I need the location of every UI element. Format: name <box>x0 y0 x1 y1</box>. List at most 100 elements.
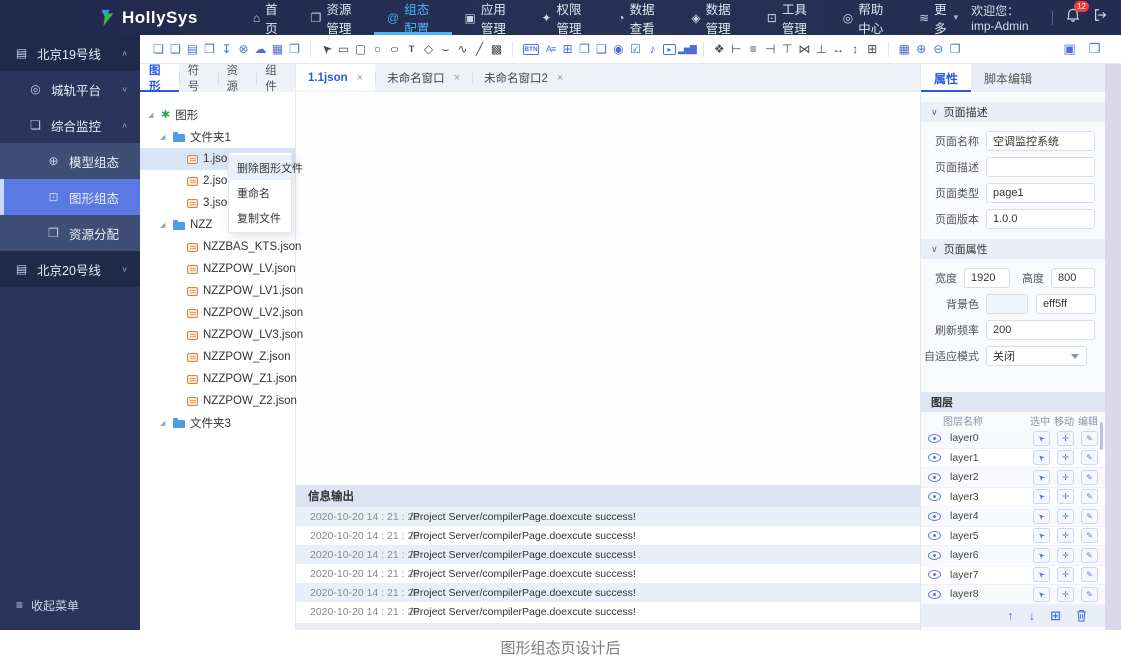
tree-node-folder1[interactable]: ◢ 文件夹1 <box>140 126 295 148</box>
rounded-rect-tool-icon[interactable]: ▢ <box>352 38 369 60</box>
center-canvas-icon[interactable]: ⊞ <box>864 38 881 60</box>
tab-components[interactable]: 组件 <box>256 64 295 92</box>
visibility-eye-icon[interactable] <box>928 590 941 599</box>
expander-icon[interactable]: ◢ <box>160 419 168 427</box>
section-page-attributes[interactable]: ∨ 页面属性 <box>921 239 1105 259</box>
sidebar-item-graphic-config[interactable]: ⊡ 图形组态 <box>0 179 140 215</box>
field-input[interactable] <box>986 157 1095 177</box>
doc-tab-unnamed1[interactable]: 未命名窗口 × <box>375 64 472 91</box>
doc-tab-11json[interactable]: 1.1json × <box>296 64 375 91</box>
height-input[interactable]: 800 <box>1051 268 1095 288</box>
tree-node-file[interactable]: NZZPOW_Z2.json <box>140 390 295 412</box>
field-input[interactable]: 空调监控系统 <box>986 131 1095 151</box>
horizontal-scrollbar[interactable] <box>296 623 920 630</box>
width-input[interactable]: 1920 <box>964 268 1010 288</box>
fit-screen-icon[interactable]: ❒ <box>947 38 964 60</box>
menu-item-data-manage[interactable]: ◈ 数据管理 <box>678 0 753 35</box>
refresh-rate-input[interactable]: 200 <box>986 320 1095 340</box>
layer-select-button[interactable]: ➤ <box>1033 587 1050 602</box>
layer-select-button[interactable]: ➤ <box>1033 548 1050 563</box>
layer-move-button[interactable]: ✛ <box>1057 489 1074 504</box>
layer-move-button[interactable]: ✛ <box>1057 587 1074 602</box>
tree-node-file[interactable]: NZZPOW_LV2.json <box>140 302 295 324</box>
context-rename[interactable]: 重命名 <box>229 180 291 205</box>
tree-node-file[interactable]: NZZPOW_LV1.json <box>140 280 295 302</box>
layer-up-button[interactable]: ↑ <box>1007 608 1014 623</box>
record-widget-icon[interactable]: ◉ <box>610 38 627 60</box>
save-all-icon[interactable]: ❐ <box>1086 38 1103 60</box>
new-folder-icon[interactable]: ❏ <box>150 38 167 60</box>
menu-item-app[interactable]: ▣ 应用管理 <box>452 0 529 35</box>
layer-edit-button[interactable]: ✎ <box>1081 489 1098 504</box>
visibility-eye-icon[interactable] <box>928 453 941 462</box>
visibility-eye-icon[interactable] <box>928 531 941 540</box>
video-widget-icon[interactable]: ▸ <box>663 44 676 55</box>
align-middle-icon[interactable]: ⋈ <box>796 38 813 60</box>
tab-graphics[interactable]: 图形 <box>140 64 179 92</box>
bg-color-swatch[interactable] <box>986 294 1028 314</box>
layer-move-button[interactable]: ✛ <box>1057 431 1074 446</box>
tree-node-folder3[interactable]: ◢ 文件夹3 <box>140 412 295 434</box>
layer-move-button[interactable]: ✛ <box>1057 548 1074 563</box>
zoom-in-icon[interactable]: ⊕ <box>913 38 930 60</box>
menu-item-permission[interactable]: ✦ 权限管理 <box>528 0 604 35</box>
menu-item-more[interactable]: ≋ 更多 ▾ <box>906 0 971 35</box>
align-center-icon[interactable]: ≡ <box>745 38 762 60</box>
copy-widget-icon[interactable]: ❑ <box>593 38 610 60</box>
visibility-eye-icon[interactable] <box>928 492 941 501</box>
field-input[interactable]: 1.0.0 <box>986 209 1095 229</box>
layer-move-button[interactable]: ✛ <box>1057 470 1074 485</box>
tab-resources[interactable]: 资源 <box>218 64 257 92</box>
tab-script-edit[interactable]: 脚本编辑 <box>971 64 1045 92</box>
save-icon[interactable]: ▣ <box>1061 38 1078 60</box>
expander-icon[interactable]: ◢ <box>160 133 168 141</box>
tab-properties[interactable]: 属性 <box>921 64 971 92</box>
download-icon[interactable]: ↧ <box>218 38 235 60</box>
sidebar-item-model-config[interactable]: ⊕ 模型组态 <box>0 143 140 179</box>
open-folder-icon[interactable]: ▤ <box>184 38 201 60</box>
tree-node-file[interactable]: NZZPOW_LV3.json <box>140 324 295 346</box>
vertical-scrollbar-thumb[interactable] <box>1100 422 1103 450</box>
ellipse-tool-icon[interactable]: ○ <box>383 38 406 60</box>
menu-item-config[interactable]: @ 组态配置 <box>374 0 451 35</box>
tree-node-file[interactable]: NZZPOW_LV.json <box>140 258 295 280</box>
chart-widget-icon[interactable]: ▂▅▇ <box>678 38 696 60</box>
layer-select-button[interactable]: ➤ <box>1033 489 1050 504</box>
layer-edit-button[interactable]: ✎ <box>1081 470 1098 485</box>
field-input[interactable]: page1 <box>986 183 1095 203</box>
section-page-description[interactable]: ∨ 页面描述 <box>921 102 1105 122</box>
menu-item-data-view[interactable]: ◔ 数据查看 <box>604 0 678 35</box>
doc-tab-unnamed2[interactable]: 未命名窗口2 × <box>472 64 575 91</box>
layer-move-button[interactable]: ✛ <box>1057 528 1074 543</box>
arc-tool-icon[interactable]: ⌣ <box>437 38 454 60</box>
context-delete-file[interactable]: 删除图形文件 <box>229 155 291 180</box>
curve-tool-icon[interactable]: ∿ <box>454 38 471 60</box>
collapse-menu-button[interactable]: ≡ 收起菜单 <box>0 590 140 620</box>
tree-node-file[interactable]: NZZPOW_Z1.json <box>140 368 295 390</box>
menu-item-resource[interactable]: ❐ 资源管理 <box>298 0 374 35</box>
layer-select-button[interactable]: ➤ <box>1033 470 1050 485</box>
align-left-icon[interactable]: ⊢ <box>728 38 745 60</box>
close-file-icon[interactable]: ⊗ <box>235 38 252 60</box>
text-widget-icon[interactable]: A≡ <box>542 38 559 60</box>
window-widget-icon[interactable]: ❐ <box>576 38 593 60</box>
layer-select-button[interactable]: ➤ <box>1033 528 1050 543</box>
visibility-eye-icon[interactable] <box>928 551 941 560</box>
sidebar-item-monitoring[interactable]: ❏ 综合监控 ∧ <box>0 107 140 143</box>
button-widget-icon[interactable]: BTN <box>523 44 539 55</box>
new-file-icon[interactable]: ❑ <box>167 38 184 60</box>
audio-widget-icon[interactable]: ♪ <box>644 38 661 60</box>
layer-edit-button[interactable]: ✎ <box>1081 450 1098 465</box>
align-right-icon[interactable]: ⊣ <box>762 38 779 60</box>
layer-select-button[interactable]: ➤ <box>1033 567 1050 582</box>
menu-item-tools[interactable]: ⊡ 工具管理 <box>754 0 830 35</box>
layer-down-button[interactable]: ↓ <box>1029 608 1036 623</box>
sidebar-item-platform[interactable]: ◎ 城轨平台 ∨ <box>0 71 140 107</box>
sidebar-item-line20[interactable]: ▤ 北京20号线 ∨ <box>0 251 140 287</box>
align-bottom-icon[interactable]: ⊥ <box>813 38 830 60</box>
layer-move-button[interactable]: ✛ <box>1057 567 1074 582</box>
design-canvas[interactable] <box>296 92 920 485</box>
close-icon[interactable]: × <box>454 72 460 84</box>
group-icon[interactable]: ❖ <box>711 38 728 60</box>
expander-icon[interactable]: ◢ <box>148 111 156 119</box>
